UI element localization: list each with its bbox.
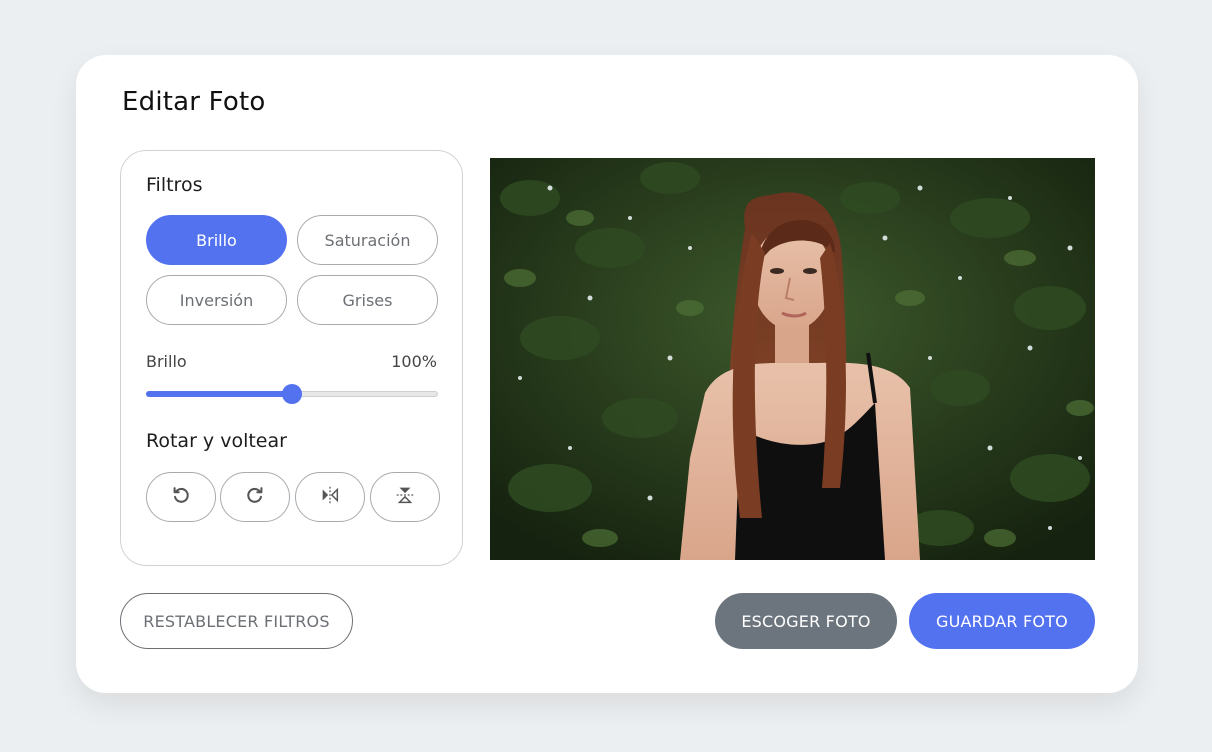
slider-fill bbox=[146, 391, 292, 397]
editor-card: Editar Foto Filtros Brillo Saturación In… bbox=[76, 55, 1138, 693]
save-photo-button[interactable]: GUARDAR FOTO bbox=[909, 593, 1095, 649]
filters-heading: Filtros bbox=[146, 174, 203, 196]
filter-inversion-button[interactable]: Inversión bbox=[146, 275, 287, 325]
reset-filters-button[interactable]: RESTABLECER FILTROS bbox=[120, 593, 353, 649]
controls-panel: Filtros Brillo Saturación Inversión Gris… bbox=[120, 150, 463, 566]
rotate-left-icon bbox=[170, 484, 192, 510]
slider-thumb[interactable] bbox=[282, 384, 302, 404]
filter-grayscale-button[interactable]: Grises bbox=[297, 275, 438, 325]
filter-saturation-button[interactable]: Saturación bbox=[297, 215, 438, 265]
rotate-right-button[interactable] bbox=[220, 472, 290, 522]
filter-brightness-button[interactable]: Brillo bbox=[146, 215, 287, 265]
flip-horizontal-icon bbox=[319, 484, 341, 510]
rotate-heading: Rotar y voltear bbox=[146, 430, 287, 452]
flip-horizontal-button[interactable] bbox=[295, 472, 365, 522]
slider-name: Brillo bbox=[146, 352, 187, 371]
choose-photo-button[interactable]: ESCOGER FOTO bbox=[715, 593, 897, 649]
page-title: Editar Foto bbox=[122, 87, 266, 117]
rotate-right-icon bbox=[244, 484, 266, 510]
rotate-left-button[interactable] bbox=[146, 472, 216, 522]
flip-vertical-button[interactable] bbox=[370, 472, 440, 522]
photo-preview bbox=[490, 158, 1095, 560]
flip-vertical-icon bbox=[394, 484, 416, 510]
slider-value: 100% bbox=[391, 352, 437, 371]
photo-image bbox=[490, 158, 1095, 560]
